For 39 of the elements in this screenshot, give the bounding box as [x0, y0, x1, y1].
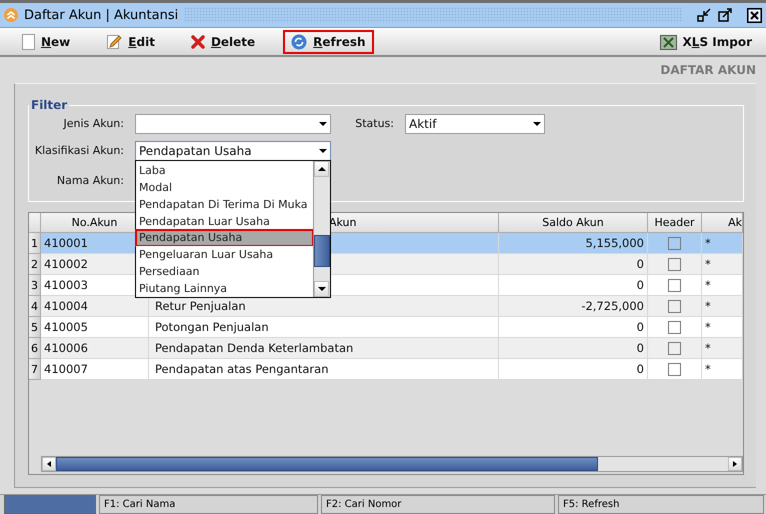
filter-legend: Filter [29, 98, 70, 112]
field-label: Klasifikasi Akun: [34, 144, 124, 158]
field-label: Status: [354, 117, 394, 131]
table-cell: 0 [499, 275, 648, 296]
table-cell: * [702, 296, 743, 317]
row-number: 2 [29, 254, 41, 275]
row-number: 1 [29, 233, 41, 254]
table-cell: 410006 [41, 338, 149, 359]
table-cell: 0 [499, 359, 648, 380]
page-heading: DAFTAR AKUN [660, 63, 756, 77]
table-cell: * [702, 254, 743, 275]
table-cell: 410005 [41, 317, 149, 338]
table-cell: 0 [499, 254, 648, 275]
status-text: F2: Cari Nomor [321, 495, 555, 514]
row-number: 3 [29, 275, 41, 296]
field-label: Jenis Akun: [62, 117, 124, 131]
status-text: F5: Refresh [558, 495, 764, 514]
table-cell: 5,155,000 [499, 233, 648, 254]
table-cell: 410004 [41, 296, 149, 317]
table-cell: * [702, 338, 743, 359]
row-number: 5 [29, 317, 41, 338]
table-cell: * [702, 317, 743, 338]
table-cell: * [702, 275, 743, 296]
table-cell: Pendapatan atas Pengantaran [149, 359, 499, 380]
table-cell: * [702, 359, 743, 380]
table-cell: 410007 [41, 359, 149, 380]
table-cell: 0 [499, 338, 648, 359]
table-cell: Potongan Penjualan [149, 317, 499, 338]
row-number: 6 [29, 338, 41, 359]
field-label: Nama Akun: [56, 174, 124, 188]
table-cell: -2,725,000 [499, 296, 648, 317]
window-title: Daftar Akun | Akuntansi [24, 8, 178, 22]
status-text: F1: Cari Nama [99, 495, 318, 514]
table-cell: Retur Penjualan [149, 296, 499, 317]
table-cell: 0 [499, 317, 648, 338]
table-cell: Pendapatan Denda Keterlambatan [149, 338, 499, 359]
table-cell: * [702, 233, 743, 254]
row-number: 4 [29, 296, 41, 317]
row-number: 7 [29, 359, 41, 380]
